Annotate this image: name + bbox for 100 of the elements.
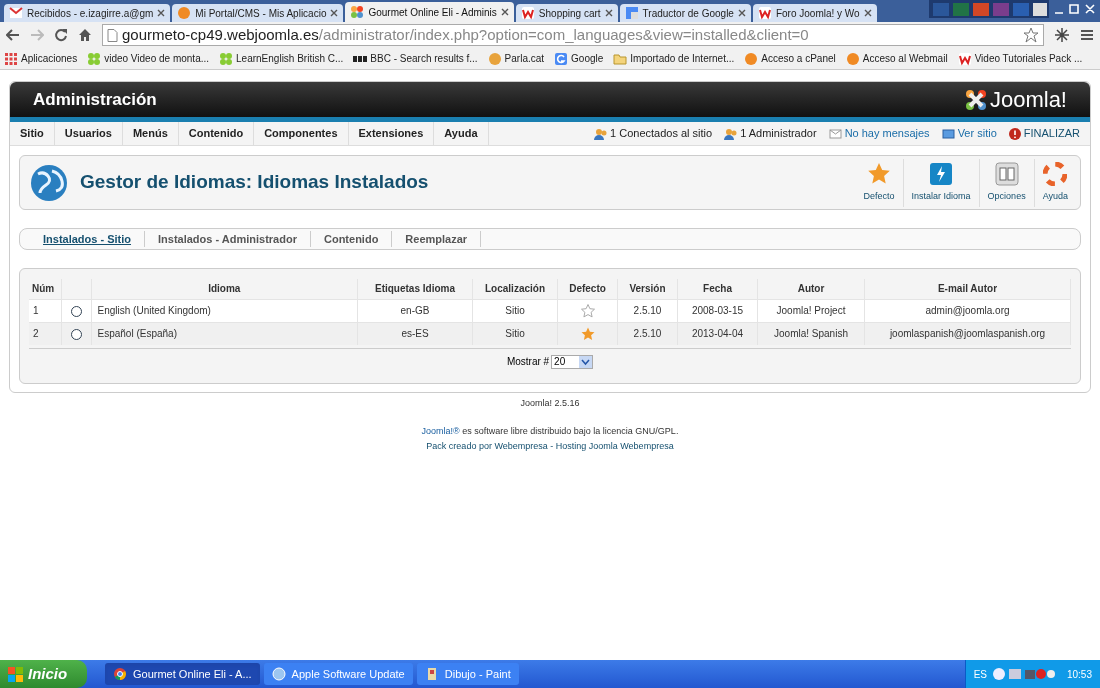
mail-icon <box>9 6 23 20</box>
bookmark-star-icon[interactable] <box>1023 27 1039 43</box>
back-icon[interactable] <box>6 28 20 42</box>
bookmark-link[interactable]: video Video de monta... <box>87 51 210 66</box>
bookmark-link[interactable]: Acceso a cPanel <box>744 51 836 66</box>
circle-icon <box>487 51 502 66</box>
status-link[interactable]: Ver sitio <box>941 125 997 142</box>
reload-icon[interactable] <box>54 28 68 42</box>
users-icon <box>594 127 608 140</box>
license-text: Joomla!® es software libre distribuido bajo la licencia GNU/GPL. <box>421 424 679 438</box>
exclamation-icon <box>1008 127 1021 140</box>
table-cell: Sitio <box>472 322 558 345</box>
page-icon <box>107 28 118 42</box>
joomla-link[interactable]: Joomla!® <box>421 425 460 436</box>
clock-text: 10:53 <box>1066 667 1092 682</box>
table-cell: Joomla! Spanish <box>757 322 865 345</box>
dots-icon <box>219 51 234 66</box>
toolbar-button[interactable]: Opciones <box>978 158 1034 207</box>
tab-title: Shopping cart <box>538 6 601 21</box>
taskbar-button[interactable]: Dibujo - Paint <box>416 663 519 685</box>
bookmark-link[interactable]: Acceso al Webmail <box>845 51 948 66</box>
status-link[interactable]: 1 Conectados al sitio <box>594 125 713 142</box>
browser-tab[interactable]: Recibidos - e.izagirre.a@gm <box>4 4 171 22</box>
status-link[interactable]: 1 Administrador <box>724 125 817 142</box>
home-icon[interactable] <box>78 28 92 42</box>
subtab[interactable]: Instalados - Administrador <box>145 230 311 248</box>
apps-icon <box>4 51 18 66</box>
star-icon[interactable] <box>580 327 595 342</box>
version-text: Joomla! 2.5.16 <box>520 397 580 410</box>
close-icon[interactable] <box>737 9 746 17</box>
lightning-icon <box>929 161 954 186</box>
chrome-icon <box>113 667 127 681</box>
cpanel-icon <box>744 51 759 66</box>
status-link[interactable]: FINALIZAR <box>1008 125 1080 142</box>
taskbar-button[interactable]: Apple Software Update <box>263 663 413 685</box>
toolbar-button[interactable]: Ayuda <box>1033 158 1076 207</box>
page-title: Gestor de Idiomas: Idiomas Instalados <box>80 170 429 195</box>
star-icon[interactable] <box>580 304 595 319</box>
close-icon[interactable] <box>604 9 613 17</box>
page-size-select[interactable]: 20 <box>551 354 594 369</box>
menu-item[interactable]: Menús <box>122 122 179 145</box>
browser-tab[interactable]: Foro Joomla! y Wo <box>752 4 877 22</box>
tab-title: Recibidos - e.izagirre.a@gm <box>27 6 154 21</box>
close-icon[interactable] <box>330 9 339 17</box>
joomla-logo-icon <box>964 88 987 111</box>
menu-item[interactable]: Ayuda <box>434 122 489 145</box>
address-bar[interactable]: gourmeto-cp49.webjoomla.es/administrator/index.php?option=com_languages&view=installed&client=0 <box>102 24 1044 46</box>
menu-item[interactable]: Usuarios <box>54 122 123 145</box>
google-icon <box>554 51 569 66</box>
joomla-icon <box>350 5 365 19</box>
toolbar-button[interactable]: Defecto <box>855 158 903 207</box>
bookmark-link[interactable]: Parla.cat <box>487 51 545 66</box>
bookmark-link[interactable]: Aplicaciones <box>4 51 78 66</box>
browser-tab[interactable]: Mi Portal/CMS - Mis Aplicacio <box>172 4 344 22</box>
radio-button[interactable] <box>70 305 82 317</box>
bookmark-link[interactable]: Google <box>554 51 604 66</box>
menu-icon[interactable] <box>1080 28 1094 42</box>
cpanel-icon <box>177 6 192 20</box>
header-title: Administración <box>33 88 157 111</box>
options-icon <box>994 161 1019 186</box>
globe-icon <box>30 163 68 202</box>
menu-item[interactable]: Extensiones <box>348 122 435 145</box>
subtab[interactable]: Instalados - Sitio <box>30 230 145 248</box>
mail-icon <box>828 127 842 140</box>
radio-button[interactable] <box>70 329 82 341</box>
star-icon <box>867 161 892 186</box>
credits-link[interactable]: Pack creado por Webempresa - Hosting Joomla Webempresa <box>426 440 674 454</box>
close-icon[interactable] <box>157 9 166 17</box>
subtab[interactable]: Contenido <box>310 230 393 248</box>
windows-logo-icon <box>8 666 23 682</box>
table-cell: 2.5.10 <box>617 322 678 345</box>
bookmark-link[interactable]: BBC - Search results f... <box>353 51 478 66</box>
bookmark-link[interactable]: Video Tutoriales Pack ... <box>957 51 1083 66</box>
menu-item[interactable]: Sitio <box>10 122 55 145</box>
cpanel-icon <box>845 51 860 66</box>
table-cell: 2013-04-04 <box>677 322 758 345</box>
browser-tab[interactable]: Traductor de Google <box>619 4 751 22</box>
toolbar-button[interactable]: Instalar Idioma <box>902 158 979 207</box>
browser-tab[interactable]: Shopping cart <box>515 4 618 22</box>
bookmark-link[interactable]: Importado de Internet... <box>613 51 735 66</box>
subtab[interactable]: Reemplazar <box>392 230 482 248</box>
monitor-icon <box>941 127 955 140</box>
tab-title: Foro Joomla! y Wo <box>775 6 860 21</box>
dropdown-arrow-icon <box>579 355 593 368</box>
tab-title: Gourmet Online Eli - Adminis <box>368 5 497 20</box>
browser-tab[interactable]: Gourmet Online Eli - Adminis <box>345 2 514 22</box>
close-icon[interactable] <box>500 8 509 16</box>
menu-item[interactable]: Contenido <box>178 122 255 145</box>
users-icon <box>724 127 738 140</box>
status-link[interactable]: No hay mensajes <box>828 125 930 142</box>
w-icon <box>757 6 772 20</box>
extension-icon[interactable] <box>1054 27 1070 43</box>
taskbar-button[interactable]: Gourmet Online Eli - A... <box>105 663 260 685</box>
close-icon[interactable] <box>863 9 872 17</box>
dots-icon <box>87 51 102 66</box>
menu-item[interactable]: Componentes <box>254 122 349 145</box>
tray-icons-drawing[interactable] <box>992 667 1055 681</box>
logo-text: Joomla! <box>989 86 1067 114</box>
table-cell: es-ES <box>357 322 473 345</box>
bookmark-link[interactable]: LearnEnglish British C... <box>219 51 344 66</box>
